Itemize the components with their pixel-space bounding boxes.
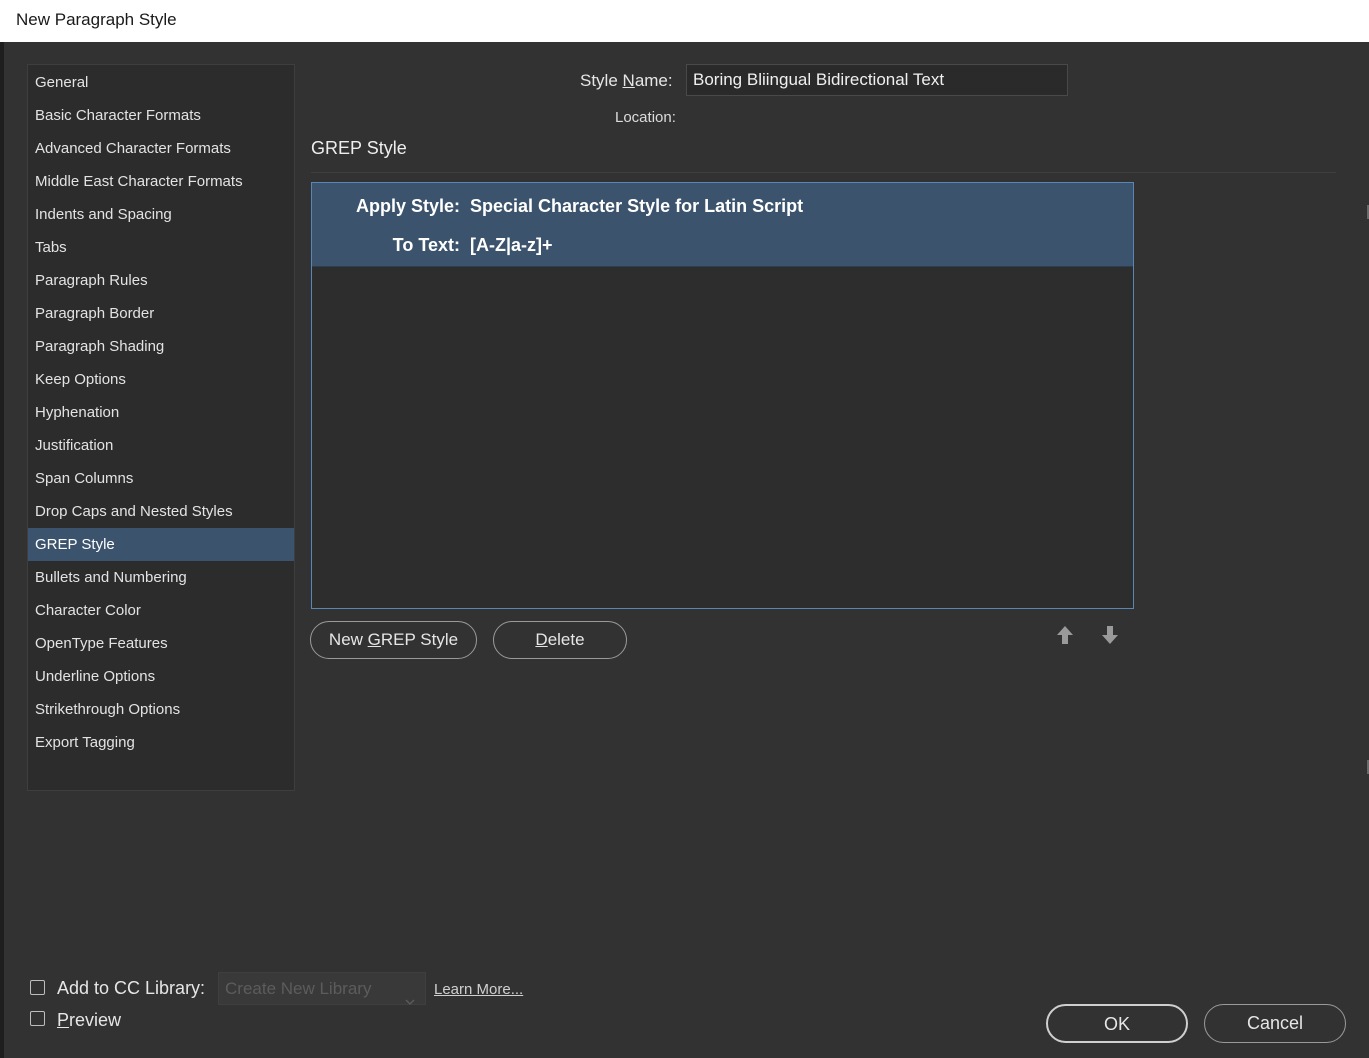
window-title: New Paragraph Style <box>16 10 177 29</box>
preview-checkbox[interactable] <box>30 1011 45 1026</box>
style-name-input[interactable]: Boring Bliingual Bidirectional Text <box>686 64 1068 96</box>
grep-rule-row[interactable]: Apply Style: Special Character Style for… <box>312 183 1133 267</box>
apply-style-value[interactable]: Special Character Style for Latin Script <box>470 196 803 217</box>
sidebar-item-advanced-character-formats[interactable]: Advanced Character Formats <box>28 132 294 165</box>
ok-button[interactable]: OK <box>1046 1004 1188 1043</box>
sidebar-item-hyphenation[interactable]: Hyphenation <box>28 396 294 429</box>
to-text-label: To Text: <box>392 235 460 255</box>
sidebar-item-justification[interactable]: Justification <box>28 429 294 462</box>
sidebar-item-bullets-and-numbering[interactable]: Bullets and Numbering <box>28 561 294 594</box>
sidebar-item-keep-options[interactable]: Keep Options <box>28 363 294 396</box>
learn-more-link[interactable]: Learn More... <box>434 981 523 998</box>
sidebar-item-middle-east-character-formats[interactable]: Middle East Character Formats <box>28 165 294 198</box>
preview-label-part: review <box>69 1010 122 1030</box>
style-name-label: Style Name: <box>580 71 673 91</box>
sidebar-item-grep-style[interactable]: GREP Style <box>28 528 294 561</box>
add-to-cc-library-checkbox[interactable] <box>30 980 45 995</box>
sidebar-item-export-tagging[interactable]: Export Tagging <box>28 726 294 759</box>
style-name-label-mnemonic: N <box>622 71 635 90</box>
preview-label-mnemonic: P <box>57 1010 70 1030</box>
sidebar-item-span-columns[interactable]: Span Columns <box>28 462 294 495</box>
sidebar-item-character-color[interactable]: Character Color <box>28 594 294 627</box>
add-to-cc-library-label: Add to CC Library: <box>57 978 206 998</box>
apply-style-label: Apply Style: <box>355 196 460 216</box>
button-label-part: REP Style <box>380 630 459 649</box>
sidebar-item-drop-caps-and-nested-styles[interactable]: Drop Caps and Nested Styles <box>28 495 294 528</box>
sidebar-item-basic-character-formats[interactable]: Basic Character Formats <box>28 99 294 132</box>
section-divider <box>311 172 1336 173</box>
library-dropdown-value: Create New Library <box>225 979 372 998</box>
window-edge <box>0 42 4 1058</box>
sidebar-item-indents-and-spacing[interactable]: Indents and Spacing <box>28 198 294 231</box>
style-name-label-part: Style <box>580 71 623 90</box>
preview-label: Preview <box>57 1010 121 1031</box>
to-text-value[interactable]: [A-Z|a-z]+ <box>470 235 553 256</box>
arrow-down-icon[interactable] <box>1099 624 1121 646</box>
button-label-mnemonic: G <box>367 630 381 649</box>
sidebar-item-strikethrough-options[interactable]: Strikethrough Options <box>28 693 294 726</box>
style-name-label-part: ame: <box>634 71 673 90</box>
sidebar-item-paragraph-rules[interactable]: Paragraph Rules <box>28 264 294 297</box>
button-label-part: elete <box>547 630 585 649</box>
sidebar-item-opentype-features[interactable]: OpenType Features <box>28 627 294 660</box>
section-title: GREP Style <box>311 138 407 158</box>
grep-style-list[interactable]: Apply Style: Special Character Style for… <box>311 182 1134 609</box>
location-label: Location: <box>615 109 676 126</box>
title-bar: New Paragraph Style <box>0 0 1369 42</box>
chevron-down-icon <box>405 985 415 1016</box>
cancel-button[interactable]: Cancel <box>1204 1004 1346 1043</box>
button-label-part: New <box>328 630 368 649</box>
library-dropdown[interactable]: Create New Library <box>218 972 426 1005</box>
sidebar-item-paragraph-shading[interactable]: Paragraph Shading <box>28 330 294 363</box>
sidebar-item-underline-options[interactable]: Underline Options <box>28 660 294 693</box>
sidebar-item-general[interactable]: General <box>28 66 294 99</box>
sidebar-item-tabs[interactable]: Tabs <box>28 231 294 264</box>
delete-button[interactable]: Delete <box>493 621 627 659</box>
button-label-mnemonic: D <box>535 630 548 649</box>
new-grep-style-button[interactable]: New GREP Style <box>310 621 477 659</box>
sidebar-item-paragraph-border[interactable]: Paragraph Border <box>28 297 294 330</box>
category-list[interactable]: General Basic Character Formats Advanced… <box>27 64 295 791</box>
arrow-up-icon[interactable] <box>1054 624 1076 646</box>
